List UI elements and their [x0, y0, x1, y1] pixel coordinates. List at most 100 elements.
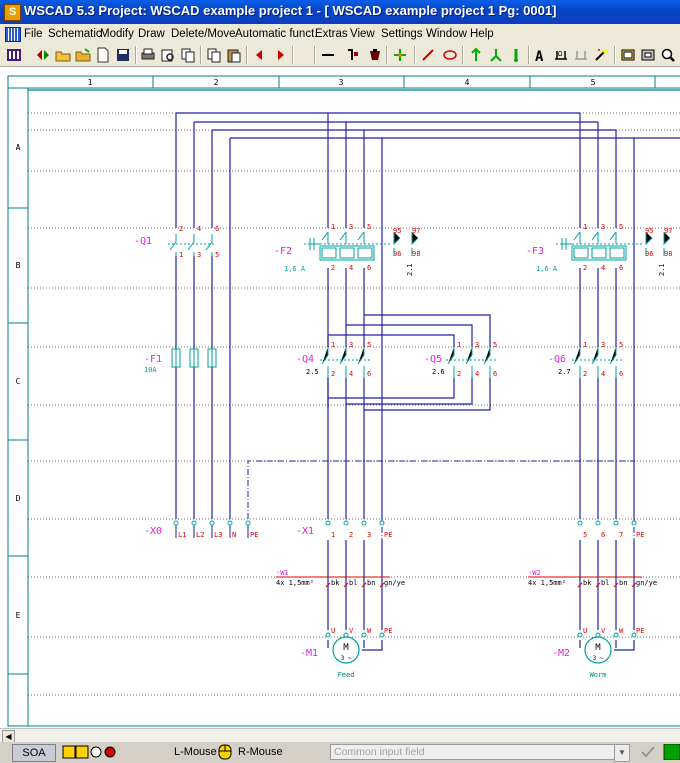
contactor-q4[interactable]: -Q4 2.5 1 3 5 2 4 6 — [296, 341, 371, 378]
common-input-field[interactable]: Common input field — [330, 744, 626, 760]
switch-q1[interactable]: -Q1 2 4 6 1 3 5 — [134, 225, 219, 259]
motor-label-m1: Feed — [338, 671, 355, 679]
cable-w1[interactable]: -W1 4x 1,5mm² bk bl bn gn/ye — [276, 569, 405, 588]
menu-delete-move[interactable]: Delete/Move — [171, 28, 236, 40]
snap-options-icon[interactable] — [62, 744, 118, 760]
copy-icon[interactable] — [206, 47, 222, 63]
contactor-q6[interactable]: -Q6 2.7 1 3 5 2 4 6 — [548, 341, 623, 378]
connection-tool-icon[interactable] — [392, 47, 408, 63]
system-menu-icon[interactable] — [5, 27, 21, 42]
input-dropdown-icon[interactable]: ▼ — [614, 744, 630, 762]
overload-f3[interactable]: -F3 1,6 A 1 3 5 2 4 6 95 97 96 98 2.1 — [526, 223, 672, 276]
svg-text:1: 1 — [583, 341, 587, 349]
text-tool-icon[interactable]: A — [533, 47, 549, 63]
zoom-window-icon[interactable] — [640, 47, 656, 63]
svg-text:bn: bn — [367, 579, 375, 587]
page-setup-icon[interactable] — [180, 47, 196, 63]
svg-text:W: W — [367, 627, 372, 635]
component-tool-icon[interactable] — [367, 47, 383, 63]
contactor-q5[interactable]: -Q5 2.6 1 3 5 2 4 6 — [424, 341, 497, 378]
xref-q6: 2.7 — [558, 368, 571, 376]
drawing-canvas[interactable]: 1 2 3 4 5 A B C D E -Q1 2 4 6 1 3 5 -F1 … — [0, 67, 680, 728]
status-green-icon[interactable] — [662, 744, 680, 760]
svg-text:5: 5 — [493, 341, 497, 349]
title-bar: S WSCAD 5.3 Project: WSCAD example proje… — [0, 0, 680, 24]
menu-automatic-funct[interactable]: Automatic funct. — [235, 28, 317, 40]
measure-disabled-icon[interactable] — [573, 47, 589, 63]
new-page-icon[interactable] — [95, 47, 111, 63]
magic-wand-icon[interactable] — [593, 47, 609, 63]
svg-text:2: 2 — [331, 370, 335, 378]
menu-schematic[interactable]: Schematic — [48, 28, 102, 40]
sheet-grid-labels: 1 2 3 4 5 A B C D E — [16, 78, 596, 620]
open-project-icon[interactable] — [75, 47, 91, 63]
zoom-icon[interactable] — [660, 47, 676, 63]
menu-extras[interactable]: Extras — [315, 28, 348, 40]
status-bar: SOA L-Mouse R-Mouse Common input field ▼ — [0, 742, 680, 763]
junction-icon[interactable] — [488, 47, 504, 63]
window-frame-icon[interactable] — [620, 47, 636, 63]
svg-text:2: 2 — [583, 264, 587, 272]
line-tool-icon[interactable] — [320, 47, 336, 63]
terminal-strip-x1[interactable]: -X1 1 2 3 PE — [296, 520, 392, 539]
svg-text:PE: PE — [250, 531, 258, 539]
mouse-icon — [218, 744, 232, 760]
svg-text:6: 6 — [619, 370, 623, 378]
column-label: 5 — [591, 78, 596, 87]
menu-draw[interactable]: Draw — [138, 28, 165, 40]
open-folder-icon[interactable] — [55, 47, 71, 63]
svg-text:6: 6 — [619, 264, 623, 272]
symbol-tool-icon[interactable] — [345, 47, 361, 63]
sheet-list-icon[interactable] — [6, 47, 22, 63]
menu-modify[interactable]: Modify — [100, 28, 134, 40]
measure-tool-icon[interactable]: Ω — [553, 47, 569, 63]
motor-label-m2: Worm — [590, 671, 607, 679]
mode-indicator[interactable]: SOA — [12, 744, 56, 762]
draw-ellipse-icon[interactable] — [442, 47, 458, 63]
type-w2: 4x 1,5mm² — [528, 579, 566, 587]
motor-m1[interactable]: M 3 ~ -M1 U V W PE Feed — [300, 627, 392, 679]
ref-w1: -W1 — [276, 569, 289, 577]
print-preview-icon[interactable] — [160, 47, 176, 63]
menu-window[interactable]: Window — [426, 28, 467, 40]
svg-text:PE: PE — [636, 531, 644, 539]
overload-f2[interactable]: -F2 1,6 A 1 3 5 2 4 6 95 97 96 98 2.1 — [274, 223, 420, 276]
power-wires[interactable] — [175, 112, 680, 651]
svg-text:95: 95 — [645, 227, 653, 235]
save-icon[interactable] — [115, 47, 131, 63]
cable-w2[interactable]: -W2 4x 1,5mm² bk bl bn gn/ye — [528, 569, 657, 588]
potential-marker-icon[interactable] — [508, 47, 524, 63]
svg-text:1: 1 — [331, 223, 335, 231]
next-page-icon[interactable] — [272, 47, 288, 63]
svg-text:3: 3 — [349, 223, 353, 231]
svg-text:6: 6 — [367, 264, 371, 272]
confirm-icon[interactable] — [638, 744, 658, 760]
svg-text:2: 2 — [331, 264, 335, 272]
menu-settings[interactable]: Settings — [381, 28, 423, 40]
svg-text:4: 4 — [349, 370, 353, 378]
svg-text:97: 97 — [664, 227, 672, 235]
ref-q6: -Q6 — [548, 354, 566, 365]
svg-text:1: 1 — [583, 223, 587, 231]
row-label: E — [16, 611, 21, 620]
left-mouse-label: L-Mouse — [174, 746, 217, 758]
svg-text:PE: PE — [384, 627, 392, 635]
menu-view[interactable]: View — [350, 28, 375, 40]
right-mouse-label: R-Mouse — [238, 746, 283, 758]
motor-m2[interactable]: M 3 ~ -M2 U V W PE Worm — [552, 627, 644, 679]
draw-line-icon[interactable] — [420, 47, 436, 63]
potential-up-icon[interactable] — [468, 47, 484, 63]
menu-file[interactable]: File — [24, 28, 43, 40]
horizontal-scrollbar[interactable]: ◀ — [0, 728, 680, 743]
svg-text:PE: PE — [384, 531, 392, 539]
print-icon[interactable] — [140, 47, 156, 63]
previous-page-icon[interactable] — [252, 47, 268, 63]
schematic-sheet[interactable]: 1 2 3 4 5 A B C D E -Q1 2 4 6 1 3 5 -F1 … — [0, 67, 680, 728]
menu-help[interactable]: Help — [470, 28, 494, 40]
fuse-f1[interactable]: -F1 10A — [144, 348, 217, 374]
svg-text:1: 1 — [331, 531, 335, 539]
svg-text:gn/ye: gn/ye — [384, 579, 405, 587]
project-nav-icon[interactable] — [35, 47, 51, 63]
terminal-strip-x0[interactable]: -X0 L1 L2 L3 N PE — [144, 520, 258, 539]
paste-icon[interactable] — [226, 47, 242, 63]
